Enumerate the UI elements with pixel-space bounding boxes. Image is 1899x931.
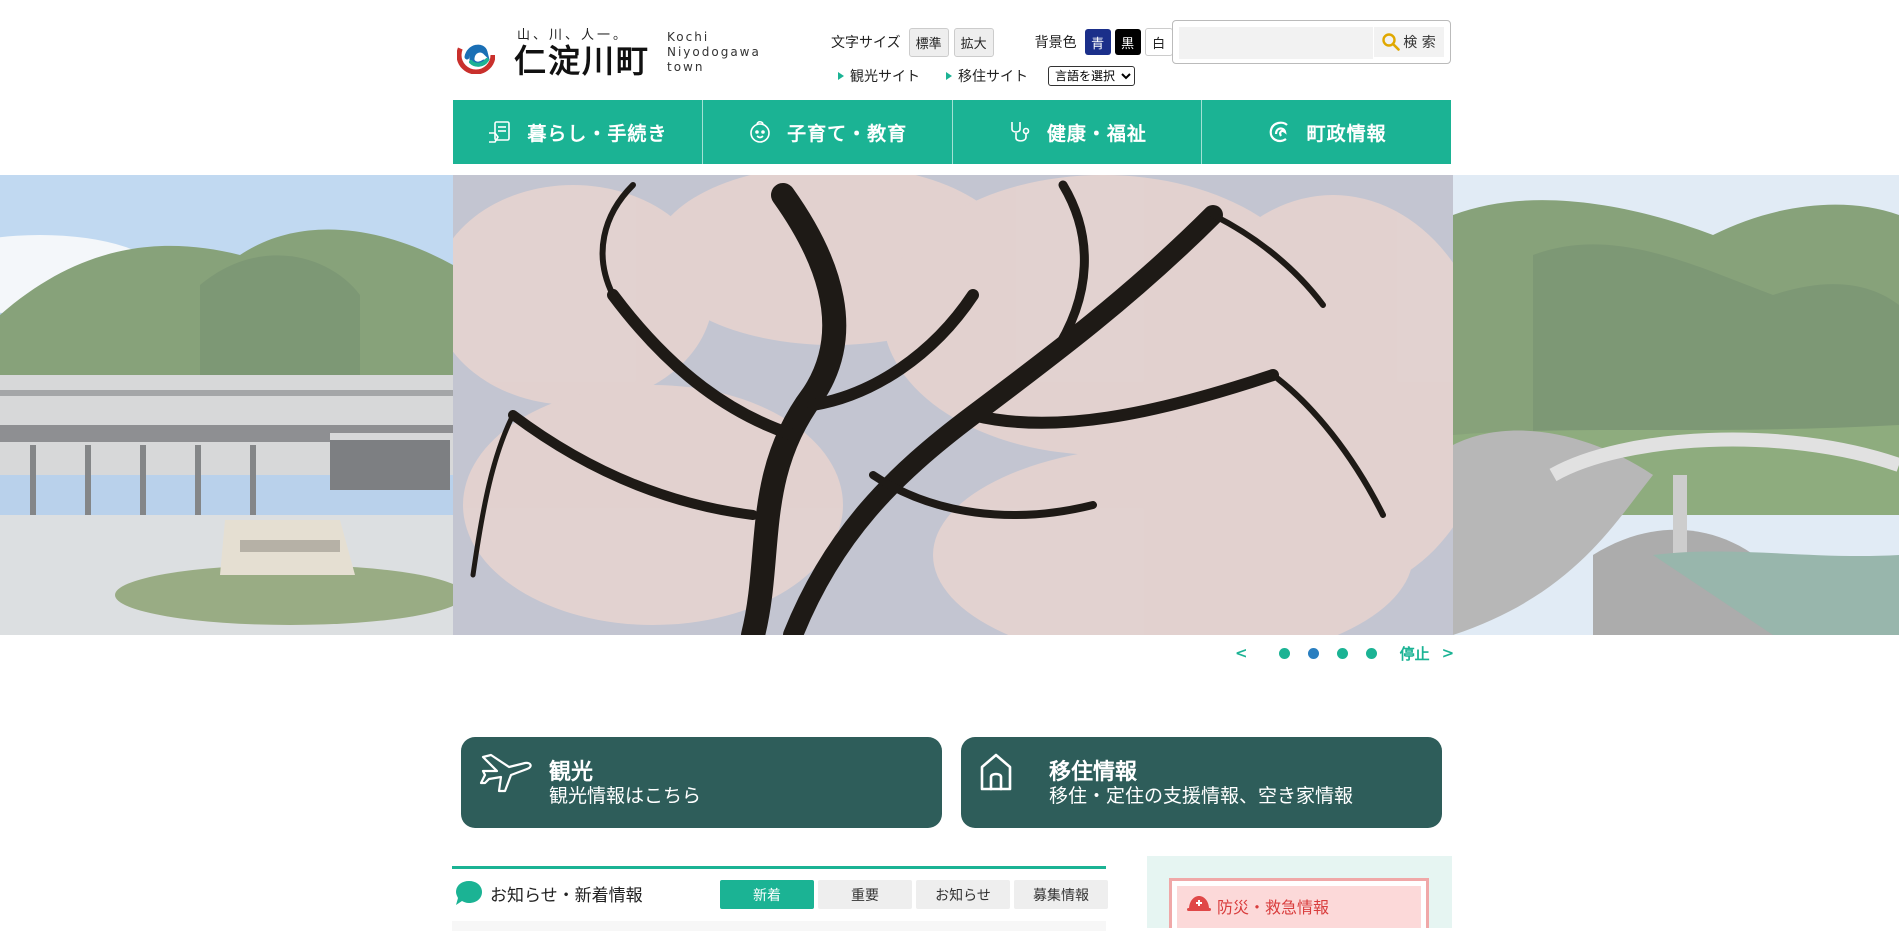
font-standard-button[interactable]: 標準 [908,27,949,57]
tab-recruitment[interactable]: 募集情報 [1014,880,1108,909]
town-logo-icon [1269,121,1288,143]
global-nav: 暮らし・手続き 子育て・教育 健康・福祉 町政情報 [453,100,1451,164]
town-logo-icon [457,36,495,74]
sub-links: 観光サイト 移住サイト 言語を選択 [838,66,1135,86]
slider-prev-button[interactable]: < [1235,644,1248,662]
search-button[interactable]: 検 索 [1374,27,1444,57]
news-title: お知らせ・新着情報 [490,885,643,906]
hero-slider [0,175,1899,635]
search-input[interactable] [1179,27,1373,59]
site-logo[interactable]: 山、川、人一。 仁淀川町 Kochi Niyodogawa town [457,22,759,82]
sidebar: 防災・救急情報 [1147,856,1452,928]
town-hall-photo [0,175,453,635]
news-section: お知らせ・新着情報 新着 重要 お知らせ 募集情報 [452,866,1108,931]
slider-dot[interactable] [1365,647,1377,659]
bg-black-button[interactable]: 黒 [1114,29,1141,55]
stethoscope-icon [1011,122,1030,142]
tab-important[interactable]: 重要 [818,880,912,909]
triangle-right-icon [838,72,844,80]
migration-banner-subtitle: 移住・定住の支援情報、空き家情報 [1049,785,1354,807]
tourism-site-label: 観光サイト [850,69,920,85]
bg-blue-button[interactable]: 青 [1084,29,1111,55]
tourism-banner[interactable]: 観光 観光情報はこちら [461,737,942,828]
tab-new[interactable]: 新着 [720,880,814,909]
speech-bubble-icon [456,881,482,905]
slider-dot[interactable] [1336,647,1348,659]
search-button-label: 検 索 [1403,35,1436,51]
migration-site-label: 移住サイト [958,69,1028,85]
logo-town-name-en: Kochi Niyodogawa town [667,30,761,74]
emergency-helmet-icon [1187,896,1211,911]
bg-color-label: 背景色 [1034,35,1077,51]
disaster-info-label: 防災・救急情報 [1217,898,1330,917]
slider-controls: < 停止 > [1235,641,1455,665]
nav-label: 町政情報 [1306,122,1387,145]
slider-stop-button[interactable]: 停止 [1400,643,1430,664]
search-icon [1382,33,1401,51]
font-size-label: 文字サイズ [831,35,901,51]
font-large-button[interactable]: 拡大 [953,27,994,57]
nav-item-town-admin[interactable]: 町政情報 [1202,100,1451,164]
bg-white-button[interactable]: 白 [1144,28,1173,56]
nav-item-childcare[interactable]: 子育て・教育 [703,100,953,164]
document-hand-icon [489,121,511,143]
house-icon [980,753,1012,791]
language-select[interactable]: 言語を選択 [1048,66,1135,86]
nav-item-living[interactable]: 暮らし・手続き [453,100,703,164]
tourism-site-link[interactable]: 観光サイト [838,66,920,86]
news-list [452,921,1106,931]
tab-notice[interactable]: お知らせ [916,880,1010,909]
accessibility-controls: 文字サイズ 標準 拡大 背景色 青 黒 白 [831,27,1177,57]
search-box: 検 索 [1172,20,1451,64]
nav-label: 健康・福祉 [1046,122,1147,145]
disaster-info-box: 防災・救急情報 [1169,878,1429,928]
triangle-right-icon [946,72,952,80]
airplane-icon [479,753,532,793]
weeping-cherry-photo [453,175,1453,635]
migration-banner[interactable]: 移住情報 移住・定住の支援情報、空き家情報 [961,737,1442,828]
slider-dot[interactable] [1278,647,1290,659]
news-heading: お知らせ・新着情報 [454,879,643,907]
tourism-banner-subtitle: 観光情報はこちら [549,785,702,807]
baby-face-icon [750,120,770,143]
site-header: 山、川、人一。 仁淀川町 Kochi Niyodogawa town 文字サイズ… [453,0,1451,100]
river-bridge-photo [1453,175,1899,635]
migration-site-link[interactable]: 移住サイト [946,66,1028,86]
disaster-info-link[interactable]: 防災・救急情報 [1177,886,1421,928]
logo-town-name: 仁淀川町 [514,42,651,80]
news-tabs: 新着 重要 お知らせ 募集情報 [716,880,1108,909]
nav-label: 暮らし・手続き [527,122,668,145]
slider-next-button[interactable]: > [1442,644,1455,662]
slider-dot[interactable] [1307,647,1319,659]
nav-item-health[interactable]: 健康・福祉 [953,100,1203,164]
nav-label: 子育て・教育 [787,122,908,145]
